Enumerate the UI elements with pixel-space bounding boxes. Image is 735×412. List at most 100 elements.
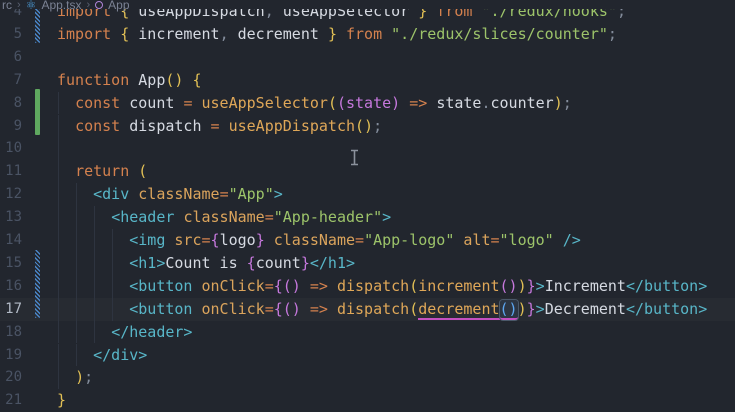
code-token: dispatch [129,116,202,135]
code-text: </header> [57,321,192,344]
breadcrumb-file[interactable]: App.tsx [41,0,81,12]
code-token: ) [75,368,85,387]
code-token: "App-logo" [364,231,455,249]
line-number[interactable]: 6 [0,46,22,69]
code-text: ); [57,366,93,389]
code-token: /> [562,231,581,249]
code-token: { [210,231,220,249]
code-token: ; [562,93,572,112]
code-text: } [57,389,66,412]
line-number[interactable]: 12 [0,183,22,206]
line-number[interactable]: 7 [0,69,22,92]
code-token: } [526,276,536,295]
code-token: ( [409,276,419,295]
code-token: function [57,70,130,89]
code-token: </header> [111,322,193,341]
code-editor-window: 4 import { useAppDispatch, useAppSelector… [0,0,735,412]
code-token: state [346,93,392,112]
code-token: > [382,208,392,227]
code-token: "App" [228,185,274,204]
line-number[interactable]: 21 [0,389,22,412]
code-line[interactable]: 7 function App() { [0,69,735,92]
code-line[interactable]: 17 <button onClick={() => dispatch(decre… [0,297,735,321]
code-token: count [129,93,175,112]
code-line[interactable]: 6 [0,46,735,69]
code-line[interactable]: 21} [0,389,735,412]
code-line[interactable]: 8 const count = useAppSelector((state) =… [0,91,735,115]
code-token: className [183,208,265,227]
code-line[interactable]: 13 <header className="App-header"> [0,206,735,229]
code-token: useAppSelector [201,93,328,112]
code-text: import { increment, decrement } from "./… [57,23,617,46]
code-token: <div [93,185,130,204]
code-token: increment [418,276,500,295]
code-token: () [282,299,301,318]
code-token: Decrement [544,299,626,318]
line-number[interactable]: 9 [0,115,22,138]
code-text: <img src={logo} className="App-logo" alt… [57,229,581,252]
line-number[interactable]: 5 [0,23,22,46]
line-number[interactable]: 15 [0,252,22,275]
line-number[interactable]: 19 [0,344,22,367]
editor-area[interactable]: 4 import { useAppDispatch, useAppSelector… [0,0,735,412]
code-token: () [499,276,518,295]
code-token: > [273,185,283,204]
code-token: </button> [625,276,708,295]
line-number[interactable]: 10 [0,137,22,160]
code-token: <button [129,299,193,318]
code-token: <header [111,208,175,227]
code-token: => [409,93,428,112]
line-number[interactable]: 8 [0,92,22,115]
code-line[interactable]: 20 ); [0,366,735,390]
react-file-icon: ⚛ [25,0,37,12]
code-token: ) [553,93,563,112]
line-number[interactable]: 13 [0,206,22,229]
code-text: <header className="App-header"> [57,206,391,229]
code-token: ( [138,162,148,181]
line-number[interactable]: 14 [0,229,22,252]
code-line[interactable]: 5 import { increment, decrement } from ".… [0,23,735,46]
code-token: { [273,276,283,295]
code-token: = [264,208,274,227]
code-line[interactable]: 14 <img src={logo} className="App-logo" … [0,229,735,252]
code-token: ; [84,368,94,387]
code-line[interactable]: 10 [0,137,735,161]
line-number[interactable]: 18 [0,321,22,344]
code-line[interactable]: 12 <div className="App"> [0,183,735,207]
code-text: </div> [57,344,147,367]
code-line[interactable]: 16 <button onClick={() => dispatch(incre… [0,274,735,298]
code-line[interactable]: 15 <h1>Count is {count}</h1> [0,251,735,275]
line-number[interactable]: 20 [0,366,22,389]
line-number[interactable]: 16 [0,275,22,298]
code-token: import [57,24,112,43]
code-line[interactable]: 19 </div> [0,343,735,367]
breadcrumb-symbol[interactable]: App [108,0,129,12]
line-number[interactable]: 17 [0,298,22,321]
code-token: => [309,299,328,318]
code-token: ; [607,24,617,43]
code-token: "App-header" [273,208,383,227]
code-token: from [346,24,383,43]
code-line[interactable]: 11 return ( [0,160,735,184]
line-number[interactable]: 11 [0,160,22,183]
code-line[interactable]: 9 const dispatch = useAppDispatch(); [0,114,735,138]
code-token: className [273,231,356,249]
code-token: decrement [237,24,319,43]
code-line[interactable]: 18 </header> [0,320,735,344]
breadcrumb-folder[interactable]: rc [2,0,12,12]
